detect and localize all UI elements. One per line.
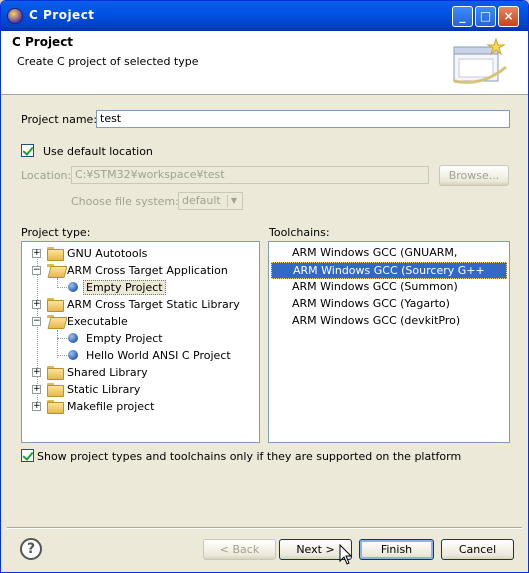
cancel-button[interactable]: Cancel xyxy=(441,539,514,560)
collapse-icon[interactable]: − xyxy=(32,266,41,275)
expand-icon[interactable]: + xyxy=(32,385,41,394)
new-project-wizard-banner-icon xyxy=(453,37,507,84)
tree-item-label: Empty Project xyxy=(83,280,166,295)
show-supported-only-label: Show project types and toolchains only i… xyxy=(37,450,462,463)
tree-item-label: Hello World ANSI C Project xyxy=(86,349,231,362)
location-label: Location: xyxy=(21,169,72,182)
browse-button[interactable]: Browse... xyxy=(439,165,509,186)
toolchain-item[interactable]: ARM Windows GCC (Yagarto) xyxy=(271,296,507,313)
collapse-icon[interactable]: − xyxy=(32,317,41,326)
window-title: C Project xyxy=(29,8,95,22)
tree-item-label: Shared Library xyxy=(67,366,148,379)
folder-icon xyxy=(47,298,64,312)
tree-guide-line xyxy=(57,338,67,339)
tree-item-label: GNU Autotools xyxy=(67,247,148,260)
toolchain-item[interactable]: ARM Windows GCC (Sourcery G++ Lite) xyxy=(271,262,507,293)
tree-item-label: ARM Cross Target Static Library xyxy=(67,298,240,311)
chevron-down-icon: ▼ xyxy=(227,195,240,207)
toolchains-list[interactable]: ARM Windows GCC (GNUARM, WinARM) ARM Win… xyxy=(268,241,510,443)
finish-button[interactable]: Finish xyxy=(359,539,434,560)
help-icon[interactable]: ? xyxy=(20,538,42,560)
open-folder-icon xyxy=(47,315,63,327)
wizard-header: C Project Create C project of selected t… xyxy=(1,31,528,95)
tree-item-label: Static Library xyxy=(67,383,141,396)
minimize-button[interactable]: _ xyxy=(452,6,473,27)
folder-icon xyxy=(47,383,64,397)
use-default-location-checkbox[interactable] xyxy=(21,144,34,157)
project-type-icon xyxy=(68,282,78,292)
c-project-dialog: C Project _ □ × C Project Create C proje… xyxy=(0,0,529,573)
toolchain-item[interactable]: ARM Windows GCC (devkitPro) xyxy=(271,313,507,330)
tree-guide-line xyxy=(57,355,67,356)
eclipse-icon xyxy=(7,8,23,24)
tree-item-label: Executable xyxy=(67,315,128,328)
project-type-label: Project type: xyxy=(21,226,91,239)
project-name-input[interactable]: test xyxy=(96,110,510,128)
folder-icon xyxy=(47,400,64,414)
tree-guide-line xyxy=(57,287,67,288)
folder-icon xyxy=(47,366,64,380)
tree-item-label: Empty Project xyxy=(86,332,163,345)
separator xyxy=(7,527,522,529)
toolchain-item[interactable]: ARM Windows GCC (GNUARM, WinARM) xyxy=(271,245,507,275)
use-default-location-label: Use default location xyxy=(43,145,153,158)
project-type-tree[interactable]: + GNU Autotools − ARM Cross Target Appli… xyxy=(21,241,260,443)
toolchain-item[interactable]: ARM Windows GCC (Summon) xyxy=(271,279,507,296)
file-system-select[interactable]: default ▼ xyxy=(178,192,243,210)
expand-icon[interactable]: + xyxy=(32,300,41,309)
expand-icon[interactable]: + xyxy=(32,368,41,377)
mouse-cursor-icon xyxy=(339,544,353,565)
folder-icon xyxy=(47,247,64,261)
project-type-icon xyxy=(68,350,78,360)
location-input[interactable]: C:¥STM32¥workspace¥test xyxy=(71,166,429,184)
tree-guide-line xyxy=(57,330,58,358)
back-button[interactable]: < Back xyxy=(203,539,276,560)
file-system-value: default xyxy=(182,194,221,207)
project-type-icon xyxy=(68,333,78,343)
title-bar[interactable]: C Project _ □ × xyxy=(1,1,528,31)
expand-icon[interactable]: + xyxy=(32,402,41,411)
expand-icon[interactable]: + xyxy=(32,249,41,258)
file-system-label: Choose file system: xyxy=(71,195,179,208)
wizard-description: Create C project of selected type xyxy=(17,55,199,68)
toolchains-label: Toolchains: xyxy=(269,226,330,239)
tree-item-label: Makefile project xyxy=(67,400,155,413)
close-button[interactable]: × xyxy=(498,6,519,27)
show-supported-only-checkbox[interactable] xyxy=(21,449,34,462)
project-name-label: Project name: xyxy=(21,113,98,126)
maximize-button[interactable]: □ xyxy=(475,6,496,27)
tree-item-label: ARM Cross Target Application xyxy=(67,264,228,277)
wizard-title: C Project xyxy=(12,35,74,49)
open-folder-icon xyxy=(47,264,63,276)
